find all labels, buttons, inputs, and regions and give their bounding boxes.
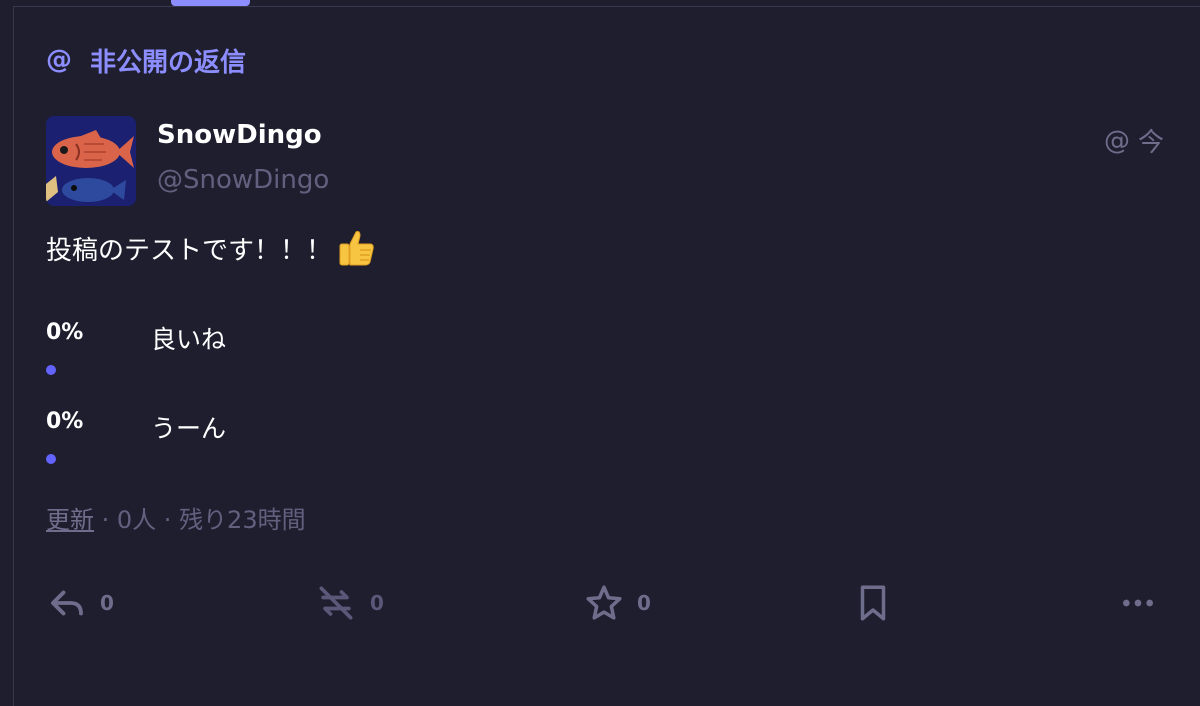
bookmark-button[interactable] [852, 580, 894, 626]
action-bar: 0 0 0 [46, 580, 1166, 626]
post-meta: @ 今 [1104, 122, 1164, 159]
poll-time-remaining: 残り23時間 [179, 506, 306, 534]
more-icon [1123, 599, 1153, 607]
boost-icon [319, 586, 353, 620]
bookmark-icon [860, 585, 886, 621]
favourite-button[interactable]: 0 [583, 580, 651, 626]
poll-option-percent: 0% [46, 320, 84, 345]
poll-option-bar [46, 365, 56, 375]
favourite-count: 0 [637, 591, 651, 615]
visibility-direct-icon: @ [1103, 125, 1130, 156]
poll-option-bar [46, 454, 56, 464]
poll-option-percent: 0% [46, 409, 84, 434]
avatar[interactable] [46, 116, 136, 206]
private-reply-label: 非公開の返信 [90, 47, 247, 78]
boost-button[interactable]: 0 [314, 580, 384, 626]
separator: · [156, 506, 180, 534]
reply-count: 0 [100, 591, 114, 615]
poll-option-label: 良いね [151, 325, 227, 354]
separator: · [94, 506, 117, 534]
post-text: 投稿のテストです！！！ [46, 235, 333, 266]
reply-button[interactable]: 0 [46, 580, 114, 626]
poll-refresh-link[interactable]: 更新 [46, 506, 94, 534]
poll-voter-count: 0人 [116, 506, 157, 534]
star-icon [586, 585, 622, 620]
poll-footer: 更新 · 0人 · 残り23時間 [46, 500, 306, 535]
account-handle[interactable]: @SnowDingo [157, 165, 329, 195]
poll-option-label: うーん [151, 414, 227, 443]
fish-avatar-icon [46, 116, 136, 206]
display-name[interactable]: SnowDingo [157, 120, 322, 150]
boost-count: 0 [370, 591, 384, 615]
at-icon: @ [46, 45, 72, 75]
more-button[interactable] [1118, 580, 1158, 626]
post-content: 投稿のテストです！！！ [46, 228, 376, 268]
reply-icon [51, 590, 83, 616]
thumbs-up-icon [336, 228, 376, 268]
private-reply-header: @ 非公開の返信 [46, 42, 246, 78]
post-time[interactable]: 今 [1138, 122, 1164, 159]
